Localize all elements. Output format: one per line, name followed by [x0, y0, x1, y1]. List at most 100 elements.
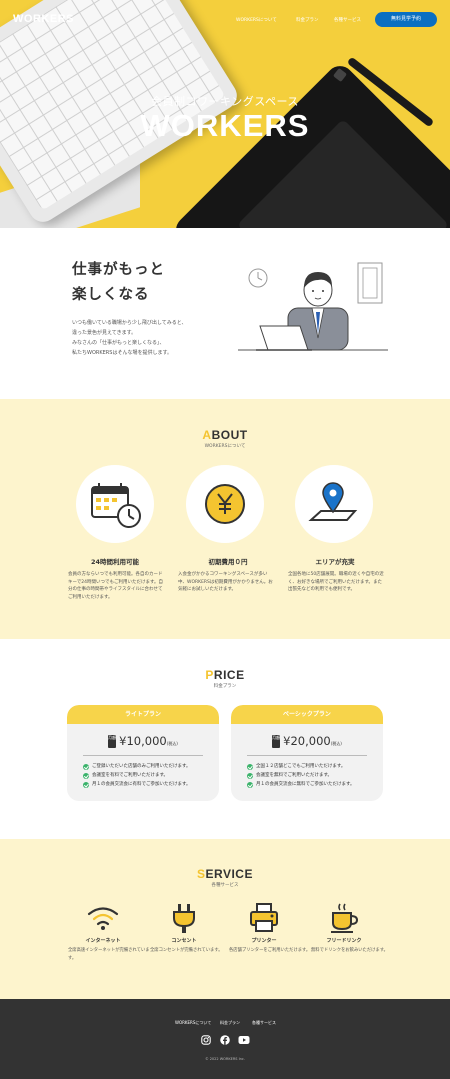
feature-circle-area — [295, 465, 373, 543]
plan-amount: ¥20,000 — [283, 734, 331, 748]
service-title-outlet: コンセント — [171, 938, 197, 944]
service-title-printer: プリンター — [251, 938, 277, 944]
feature-title-area: エリアが充実 — [315, 558, 355, 566]
intro-body-line: 私たちWORKERSはそんな場を提供します。 — [72, 350, 172, 356]
about-section: ABOUT WORKERSについて 24時間利用可能 初期費用０円 エリアが充実… — [0, 399, 450, 639]
service-section: SERVICE 各種サービス インターネット コンセント プリンター フリードリ… — [0, 839, 450, 999]
intro-body-line: 違った景色が見えてきます。 — [72, 330, 137, 336]
plan-feature-item: 会議室を有料でご利用いただけます。 — [83, 771, 191, 780]
service-title-drink: フリードリンク — [326, 938, 362, 944]
free-tour-reservation-button[interactable]: 無料見学予約 — [375, 12, 437, 27]
hero-title: WORKERS — [140, 108, 310, 143]
nav-link-price[interactable]: 料金プラン — [296, 17, 319, 23]
plan-amount: ¥10,000 — [119, 734, 167, 748]
hero-subtitle: 会員制コワーキングスペース — [151, 95, 299, 108]
check-icon — [247, 781, 253, 788]
price-subheading: 料金プラン — [213, 684, 237, 689]
heading-accent-letter: A — [202, 428, 212, 442]
intro-body-line: いつも働いている職場から少し飛び出してみると、 — [72, 320, 187, 326]
plan-card-light: ライトプラン 月額 ¥10,000(税込) ご登録いただいた店舗のみご利用いただけ… — [67, 705, 219, 801]
wifi-icon — [87, 907, 119, 930]
check-icon — [247, 772, 253, 779]
footer-link-about[interactable]: WORKERSについて — [175, 1020, 211, 1026]
plan-feature-text: 会議室を有料でご利用いただけます。 — [92, 773, 169, 778]
nav-link-service[interactable]: 各種サービス — [334, 17, 361, 23]
about-heading: ABOUT — [0, 428, 450, 442]
service-body-printer: 各店舗プリンターをご利用いただけます。 — [229, 948, 311, 953]
footer: WORKERSについて 料金プラン 各種サービス © 2022 WORKERS … — [0, 999, 450, 1079]
about-subheading: WORKERSについて — [204, 444, 246, 449]
feature-body-area: 全国各地に50店舗展開。職場の近くや自宅の近く、お好きな場所でご利用いただけます… — [288, 571, 384, 594]
divider — [83, 755, 203, 756]
intro-body-line: みなさんの「仕事がもっと楽しくなる」、 — [72, 340, 165, 346]
feature-body-text: 会員の方ならいつでも利用可能。各自のカードキーで24時間いつでもご利用いただけま… — [68, 572, 163, 585]
heading-accent-letter: P — [205, 668, 214, 682]
tax-note: (税込) — [166, 741, 178, 746]
intro-title: 仕事がもっと 楽しくなる — [72, 258, 165, 308]
check-icon — [247, 763, 253, 770]
map-pin-icon — [308, 482, 358, 521]
plan-feature-item: ご登録いただいた店舗のみご利用いただけます。 — [83, 762, 191, 771]
coffee-icon — [331, 903, 359, 933]
plan-feature-list: ご登録いただいた店舗のみご利用いただけます。 会議室を有料でご利用いただけます。… — [83, 762, 191, 789]
heading-rest: BOUT — [211, 428, 248, 442]
feature-circle-cost — [186, 465, 264, 543]
heading-rest: RICE — [213, 668, 245, 682]
plan-card-basic: ベーシックプラン 月額 ¥20,000(税込) 全国１２店舗どこでもご利用いただけ… — [231, 705, 383, 801]
yen-coin-icon — [205, 484, 245, 524]
intro-title-line2: 楽しくなる — [72, 287, 150, 303]
service-subheading: 各種サービス — [211, 883, 239, 888]
intro-section: 仕事がもっと 楽しくなる いつも働いている職場から少し飛び出してみると、 違った… — [0, 228, 450, 399]
price-heading: PRICE — [0, 668, 450, 682]
feature-title-cost: 初期費用０円 — [208, 558, 248, 566]
plan-price: 月額 ¥10,000(税込) — [67, 734, 219, 748]
check-icon — [83, 781, 89, 788]
feature-body-24h: 会員の方ならいつでも利用可能。各自のカードキーで24時間いつでもご利用いただけま… — [68, 571, 164, 601]
feature-body-cost: 入会金がかかるコワーキングスペースが多い中、WORKERSは初期費用がかかりませ… — [178, 571, 274, 593]
calendar-clock-icon — [91, 483, 141, 528]
feature-circle-24h — [76, 465, 154, 543]
service-title-internet: インターネット — [85, 938, 121, 944]
feature-body-text: 入会金がかかるコワーキングスペースが多い中、WORKERSは初期費用がかかりませ… — [178, 572, 269, 585]
plan-feature-list: 全国１２店舗どこでもご利用いただけます。 会議室を無料でご利用いただけます。 月… — [247, 762, 355, 789]
printer-icon — [250, 903, 278, 932]
intro-title-line1: 仕事がもっと — [72, 262, 165, 278]
service-body-drink: 無料でドリンクをお飲みいただけます。 — [311, 948, 388, 953]
hero: WORKERS WORKERSについて 料金プラン 各種サービス 無料見学予約 … — [0, 0, 450, 228]
plan-feature-item: 会議室を無料でご利用いただけます。 — [247, 771, 355, 780]
divider — [247, 755, 367, 756]
plan-feature-text: ご登録いただいた店舗のみご利用いただけます。 — [92, 764, 191, 769]
heading-rest: ERVICE — [205, 867, 253, 881]
plan-feature-text: 全国１２店舗どこでもご利用いただけます。 — [256, 764, 346, 769]
plan-feature-item: 月１の会員交流会に無料でご参加いただけます。 — [247, 780, 355, 789]
price-section: PRICE 料金プラン ライトプラン 月額 ¥10,000(税込) ご登録いただい… — [0, 639, 450, 839]
footer-link-price[interactable]: 料金プラン — [220, 1020, 240, 1026]
instagram-icon[interactable] — [201, 1035, 211, 1045]
service-body-internet: 全席高速インターネットが完備されています。 — [68, 948, 150, 961]
tax-note: (税込) — [330, 741, 342, 746]
plan-feature-item: 全国１２店舗どこでもご利用いただけます。 — [247, 762, 355, 771]
feature-body-text: 全国各地に50店舗展開。職場の近くや自宅の近く、お好きな場所でご利用いただけます… — [288, 572, 384, 585]
copyright: © 2022 WORKERS Inc. — [205, 1057, 245, 1061]
intro-body: いつも働いている職場から少し飛び出してみると、 違った景色が見えてきます。 みな… — [72, 318, 187, 358]
service-body-outlet: 全席コンセントが完備されています。 — [150, 948, 223, 953]
heading-accent-letter: S — [197, 867, 206, 881]
youtube-icon[interactable] — [238, 1035, 250, 1045]
plan-feature-text: 月１の会員交流会に無料でご参加いただけます。 — [256, 782, 355, 787]
nav-link-about[interactable]: WORKERSについて — [236, 17, 277, 23]
footer-link-service[interactable]: 各種サービス — [252, 1020, 276, 1026]
plan-feature-text: 月１の会員交流会に有料でご参加いただけます。 — [92, 782, 191, 787]
plan-feature-text: 会議室を無料でご利用いただけます。 — [256, 773, 333, 778]
monthly-tag: 月額 — [108, 735, 117, 748]
site-logo[interactable]: WORKERS — [13, 13, 74, 25]
check-icon — [83, 772, 89, 779]
plan-feature-item: 月１の会員交流会に有料でご参加いただけます。 — [83, 780, 191, 789]
plan-name: ベーシックプラン — [231, 705, 383, 724]
plan-price: 月額 ¥20,000(税込) — [231, 734, 383, 748]
monthly-tag: 月額 — [272, 735, 281, 748]
feature-title-24h: 24時間利用可能 — [90, 558, 140, 566]
plan-name: ライトプラン — [67, 705, 219, 724]
check-icon — [83, 763, 89, 770]
facebook-icon[interactable] — [220, 1035, 230, 1045]
service-heading: SERVICE — [0, 867, 450, 881]
